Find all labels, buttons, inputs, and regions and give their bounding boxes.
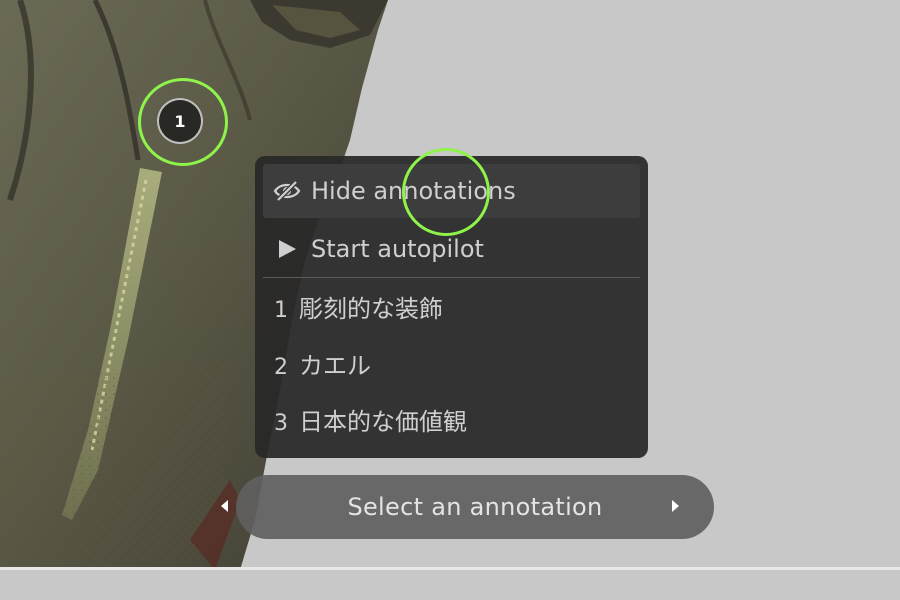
caret-left-icon — [219, 498, 229, 517]
menu-divider — [263, 277, 640, 278]
progress-track — [0, 567, 900, 570]
annotation-number: 2 — [274, 354, 288, 380]
annotation-list-item[interactable]: 3 日本的な価値観 — [263, 392, 640, 446]
play-icon — [263, 238, 311, 260]
annotation-number: 1 — [274, 297, 288, 323]
annotation-list-item[interactable]: 2 カエル — [263, 336, 640, 390]
previous-annotation-button[interactable] — [204, 475, 244, 539]
annotation-label: カエル — [299, 351, 371, 380]
annotation-selector-label[interactable]: Select an annotation — [347, 493, 602, 521]
start-autopilot-button[interactable]: Start autopilot — [263, 222, 640, 276]
annotation-navigation-bar[interactable]: Select an annotation — [221, 475, 714, 539]
start-autopilot-label: Start autopilot — [311, 235, 484, 263]
annotation-list-item[interactable]: 1 彫刻的な装飾 — [263, 279, 640, 333]
hide-annotations-label: Hide annotations — [311, 177, 516, 205]
annotation-menu: Hide annotations Start autopilot 1 彫刻的な装… — [255, 156, 648, 458]
next-annotation-button[interactable] — [656, 475, 696, 539]
annotation-label: 彫刻的な装飾 — [299, 294, 443, 323]
caret-right-icon — [671, 498, 681, 517]
annotation-number: 3 — [274, 410, 288, 436]
annotation-label: 日本的な価値観 — [299, 407, 467, 436]
annotation-hotspot-1[interactable]: 1 — [157, 98, 203, 144]
hide-annotations-button[interactable]: Hide annotations — [263, 164, 640, 218]
eye-slash-icon — [263, 180, 311, 202]
